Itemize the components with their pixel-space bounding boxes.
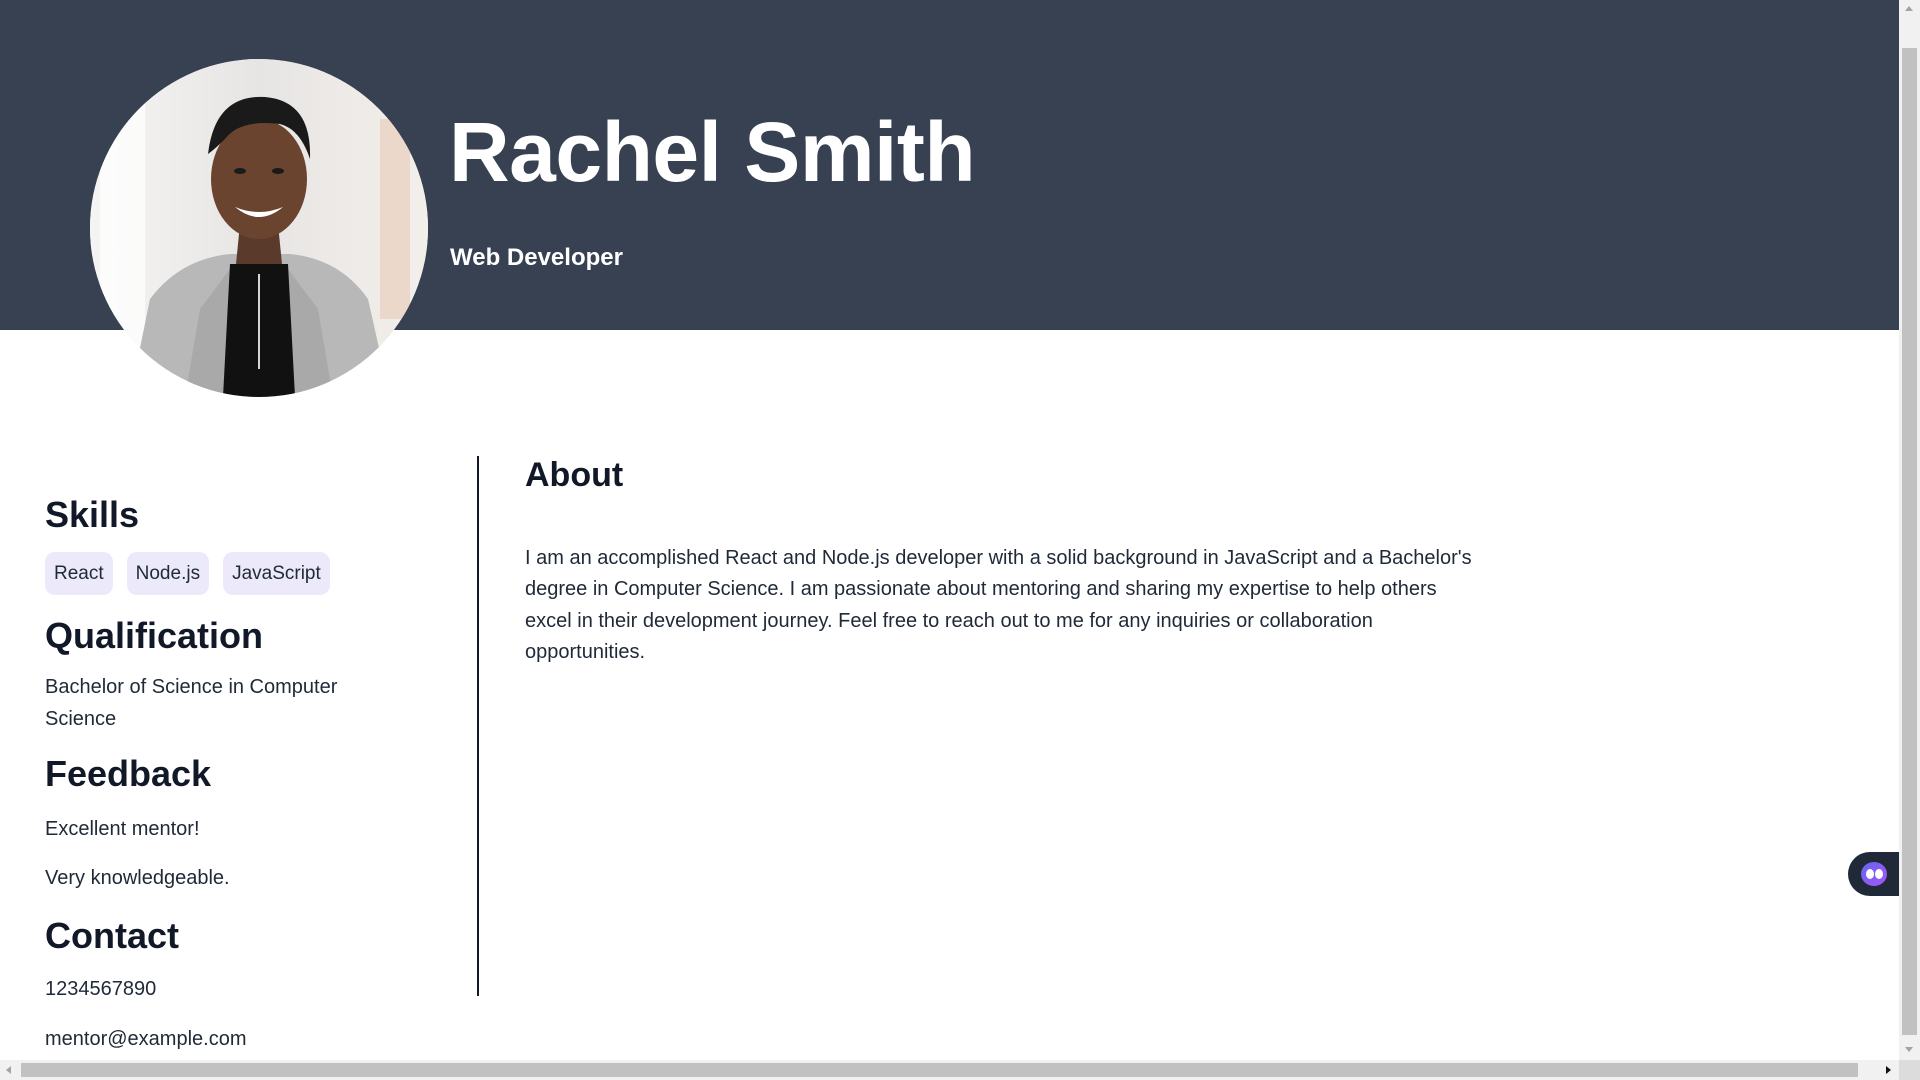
horizontal-scrollbar[interactable]	[0, 1060, 1899, 1080]
vertical-scroll-thumb[interactable]	[1902, 48, 1917, 1035]
avatar-photo	[90, 59, 428, 397]
skill-chip: Node.js	[126, 552, 210, 595]
horizontal-scroll-thumb[interactable]	[21, 1063, 1858, 1077]
profile-role: Web Developer	[450, 244, 623, 271]
qualification-heading: Qualification	[45, 615, 264, 656]
feedback-section: Feedback Excellent mentor! Very knowledg…	[45, 749, 425, 894]
scroll-right-arrow-icon[interactable]	[1886, 1066, 1891, 1074]
feedback-heading: Feedback	[45, 753, 212, 794]
contact-phone: 1234567890	[45, 978, 157, 1000]
skill-chip: React	[45, 552, 113, 595]
skills-list: React Node.js JavaScript	[45, 552, 425, 595]
eye-icon	[1875, 869, 1883, 879]
assistant-face-icon	[1861, 862, 1887, 886]
page: Rachel Smith Web Developer Skills React …	[0, 0, 1899, 1060]
qualification-section: Qualification Bachelor of Science in Com…	[45, 611, 425, 735]
scroll-down-arrow-icon[interactable]	[1905, 1047, 1913, 1052]
qualification-text: Bachelor of Science in Computer Science	[45, 676, 338, 730]
vertical-scrollbar[interactable]	[1899, 0, 1920, 1060]
about-heading: About	[525, 456, 624, 494]
scrollbar-corner	[1899, 1060, 1920, 1080]
scroll-up-arrow-icon[interactable]	[1905, 6, 1913, 11]
about-text: I am an accomplished React and Node.js d…	[525, 547, 1472, 663]
section-divider	[477, 456, 479, 996]
feedback-item: Very knowledgeable.	[45, 867, 230, 889]
assistant-widget-button[interactable]	[1848, 852, 1899, 896]
contact-section: Contact 1234567890 mentor@example.com	[45, 911, 425, 1055]
feedback-item: Excellent mentor!	[45, 818, 200, 840]
skills-section: Skills React Node.js JavaScript	[45, 490, 425, 595]
sidebar: Skills React Node.js JavaScript Qualific…	[45, 490, 425, 1055]
scroll-left-arrow-icon[interactable]	[6, 1066, 11, 1074]
skills-heading: Skills	[45, 494, 140, 535]
eye-icon	[1866, 869, 1874, 879]
skill-chip: JavaScript	[223, 552, 330, 595]
contact-heading: Contact	[45, 915, 179, 956]
contact-email: mentor@example.com	[45, 1028, 247, 1050]
avatar	[90, 59, 428, 397]
main-content: About I am an accomplished React and Nod…	[525, 450, 1485, 668]
profile-name: Rachel Smith	[449, 105, 976, 199]
